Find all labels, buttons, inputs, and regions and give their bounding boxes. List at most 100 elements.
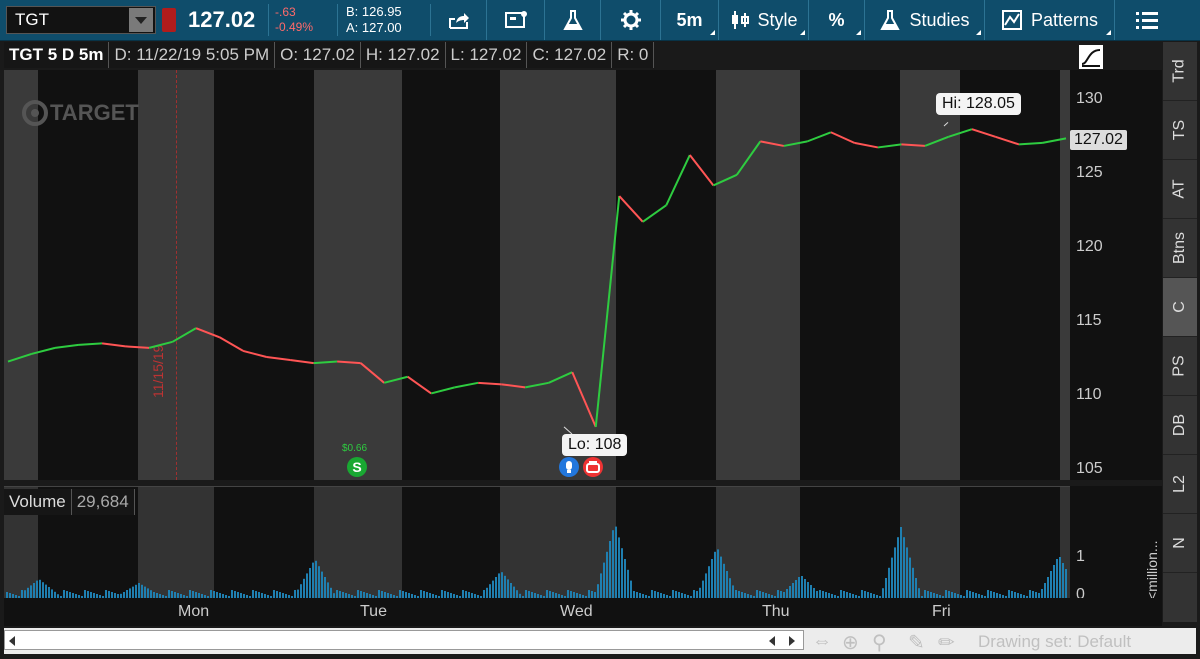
tab-db[interactable]: DB bbox=[1163, 396, 1197, 455]
volume-bar bbox=[612, 530, 614, 599]
tab-l2[interactable]: L2 bbox=[1163, 455, 1197, 514]
volume-bar bbox=[36, 580, 38, 599]
price-segment bbox=[454, 381, 479, 389]
price-segment bbox=[642, 204, 667, 223]
expand-chart-icon[interactable] bbox=[1078, 44, 1104, 70]
drawing-set[interactable]: Drawing set: Default bbox=[978, 632, 1131, 652]
volume-bar bbox=[714, 551, 716, 599]
message-button[interactable] bbox=[487, 0, 545, 40]
scroll-left-small-icon[interactable] bbox=[769, 636, 775, 646]
dividend-icon[interactable]: S bbox=[346, 456, 368, 478]
price-segment bbox=[430, 386, 455, 395]
volume-bar bbox=[705, 573, 707, 599]
tab-btns[interactable]: Btns bbox=[1163, 219, 1197, 278]
time-axis[interactable]: Mon Tue Wed Thu Fri bbox=[4, 598, 1162, 626]
timeframe-button[interactable]: 5m bbox=[661, 0, 719, 40]
volume-value: 29,684 bbox=[71, 489, 135, 515]
style-button[interactable]: Style bbox=[719, 0, 809, 40]
volume-bar bbox=[492, 580, 494, 599]
alert-badge-icon[interactable] bbox=[162, 8, 176, 32]
tab-ts[interactable]: TS bbox=[1163, 101, 1197, 160]
tab-at[interactable]: AT bbox=[1163, 160, 1197, 219]
bar-date: D: 11/22/19 5:05 PM bbox=[109, 42, 276, 68]
volume-bar bbox=[39, 579, 41, 599]
volume-title[interactable]: Volume bbox=[4, 489, 72, 515]
volume-bar bbox=[621, 548, 623, 599]
earnings-icon[interactable] bbox=[558, 456, 580, 478]
price-segment bbox=[1018, 141, 1043, 146]
horizontal-scrollbar[interactable] bbox=[4, 630, 804, 650]
tab-c[interactable]: C bbox=[1163, 278, 1197, 337]
price-segment bbox=[101, 342, 126, 348]
scroll-left-icon[interactable] bbox=[9, 636, 15, 646]
ask-value: A: 127.00 bbox=[346, 20, 402, 35]
volume-bar bbox=[618, 537, 620, 599]
price-tick: 110 bbox=[1076, 386, 1102, 403]
price-segment bbox=[807, 131, 832, 143]
price-panel[interactable]: TARGET 11/15/19 $0.66 S bbox=[4, 70, 1070, 480]
flask-icon bbox=[880, 10, 901, 30]
price-segment bbox=[54, 343, 79, 349]
volume-bar bbox=[498, 573, 500, 599]
flask-button[interactable] bbox=[545, 0, 601, 40]
conference-call-icon[interactable] bbox=[582, 456, 604, 478]
volume-bar bbox=[609, 541, 611, 599]
price-segment bbox=[290, 359, 314, 365]
symbol-text: TGT bbox=[15, 10, 49, 29]
crosshair-icon[interactable]: ⊕ bbox=[842, 630, 859, 655]
chart-title[interactable]: TGT 5 D 5m bbox=[4, 42, 110, 68]
expand-horizontal-icon[interactable]: ⇔ bbox=[812, 630, 832, 653]
dividend-label: $0.66 bbox=[342, 443, 368, 454]
price-segment bbox=[172, 327, 197, 343]
price-segment bbox=[337, 360, 361, 365]
percent-button[interactable]: % bbox=[809, 0, 865, 40]
studies-button[interactable]: Studies bbox=[865, 0, 985, 40]
tab-ps[interactable]: PS bbox=[1163, 337, 1197, 396]
volume-bar bbox=[795, 580, 797, 599]
tab-trd[interactable]: Trd bbox=[1163, 42, 1197, 101]
volume-panel[interactable] bbox=[4, 486, 1070, 599]
volume-bar bbox=[324, 577, 326, 599]
volume-bar bbox=[903, 537, 905, 599]
tab-n[interactable]: N bbox=[1163, 514, 1197, 573]
patterns-button[interactable]: Patterns bbox=[985, 0, 1115, 40]
price-segment bbox=[877, 143, 902, 149]
volume-bar bbox=[135, 584, 137, 599]
bar-low: L: 127.02 bbox=[445, 42, 528, 68]
pencil-icon[interactable]: ✏ bbox=[938, 630, 955, 655]
drawing-tool-icon[interactable]: ✎ bbox=[908, 630, 925, 655]
volume-bar bbox=[720, 556, 722, 599]
price-chart bbox=[7, 122, 1067, 435]
price-segment bbox=[594, 195, 621, 427]
zoom-icon[interactable]: ⚲ bbox=[872, 630, 887, 655]
volume-bar bbox=[495, 577, 497, 599]
price-segment bbox=[665, 154, 691, 206]
volume-tick: 1 bbox=[1076, 548, 1085, 565]
time-tick: Wed bbox=[560, 603, 593, 620]
menu-button[interactable] bbox=[1115, 0, 1179, 40]
volume-bar bbox=[894, 547, 896, 599]
price-segment bbox=[31, 346, 56, 355]
symbol-selector[interactable]: TGT bbox=[6, 6, 156, 34]
volume-bar bbox=[711, 559, 713, 599]
volume-bar bbox=[888, 567, 890, 599]
last-price: 127.02 bbox=[188, 7, 256, 32]
high-marker bbox=[943, 122, 949, 127]
volume-chart bbox=[6, 526, 1067, 599]
volume-bar bbox=[1059, 557, 1061, 599]
volume-bar bbox=[1050, 571, 1052, 599]
share-button[interactable] bbox=[431, 0, 487, 40]
price-tick: 105 bbox=[1076, 460, 1103, 477]
price-segment bbox=[618, 195, 644, 223]
scroll-right-icon[interactable] bbox=[789, 636, 795, 646]
price-segment bbox=[313, 360, 338, 365]
volume-bar bbox=[507, 579, 509, 599]
chevron-down-icon[interactable] bbox=[129, 8, 153, 32]
price-segment bbox=[266, 356, 291, 362]
volume-bar bbox=[306, 573, 308, 599]
low-marker bbox=[563, 426, 573, 435]
volume-bar bbox=[909, 557, 911, 599]
message-icon bbox=[504, 11, 527, 28]
toolbar: TGT 127.02 -.63 -0.49% B: 126.95 A: 127.… bbox=[0, 0, 1200, 41]
settings-button[interactable] bbox=[601, 0, 661, 40]
